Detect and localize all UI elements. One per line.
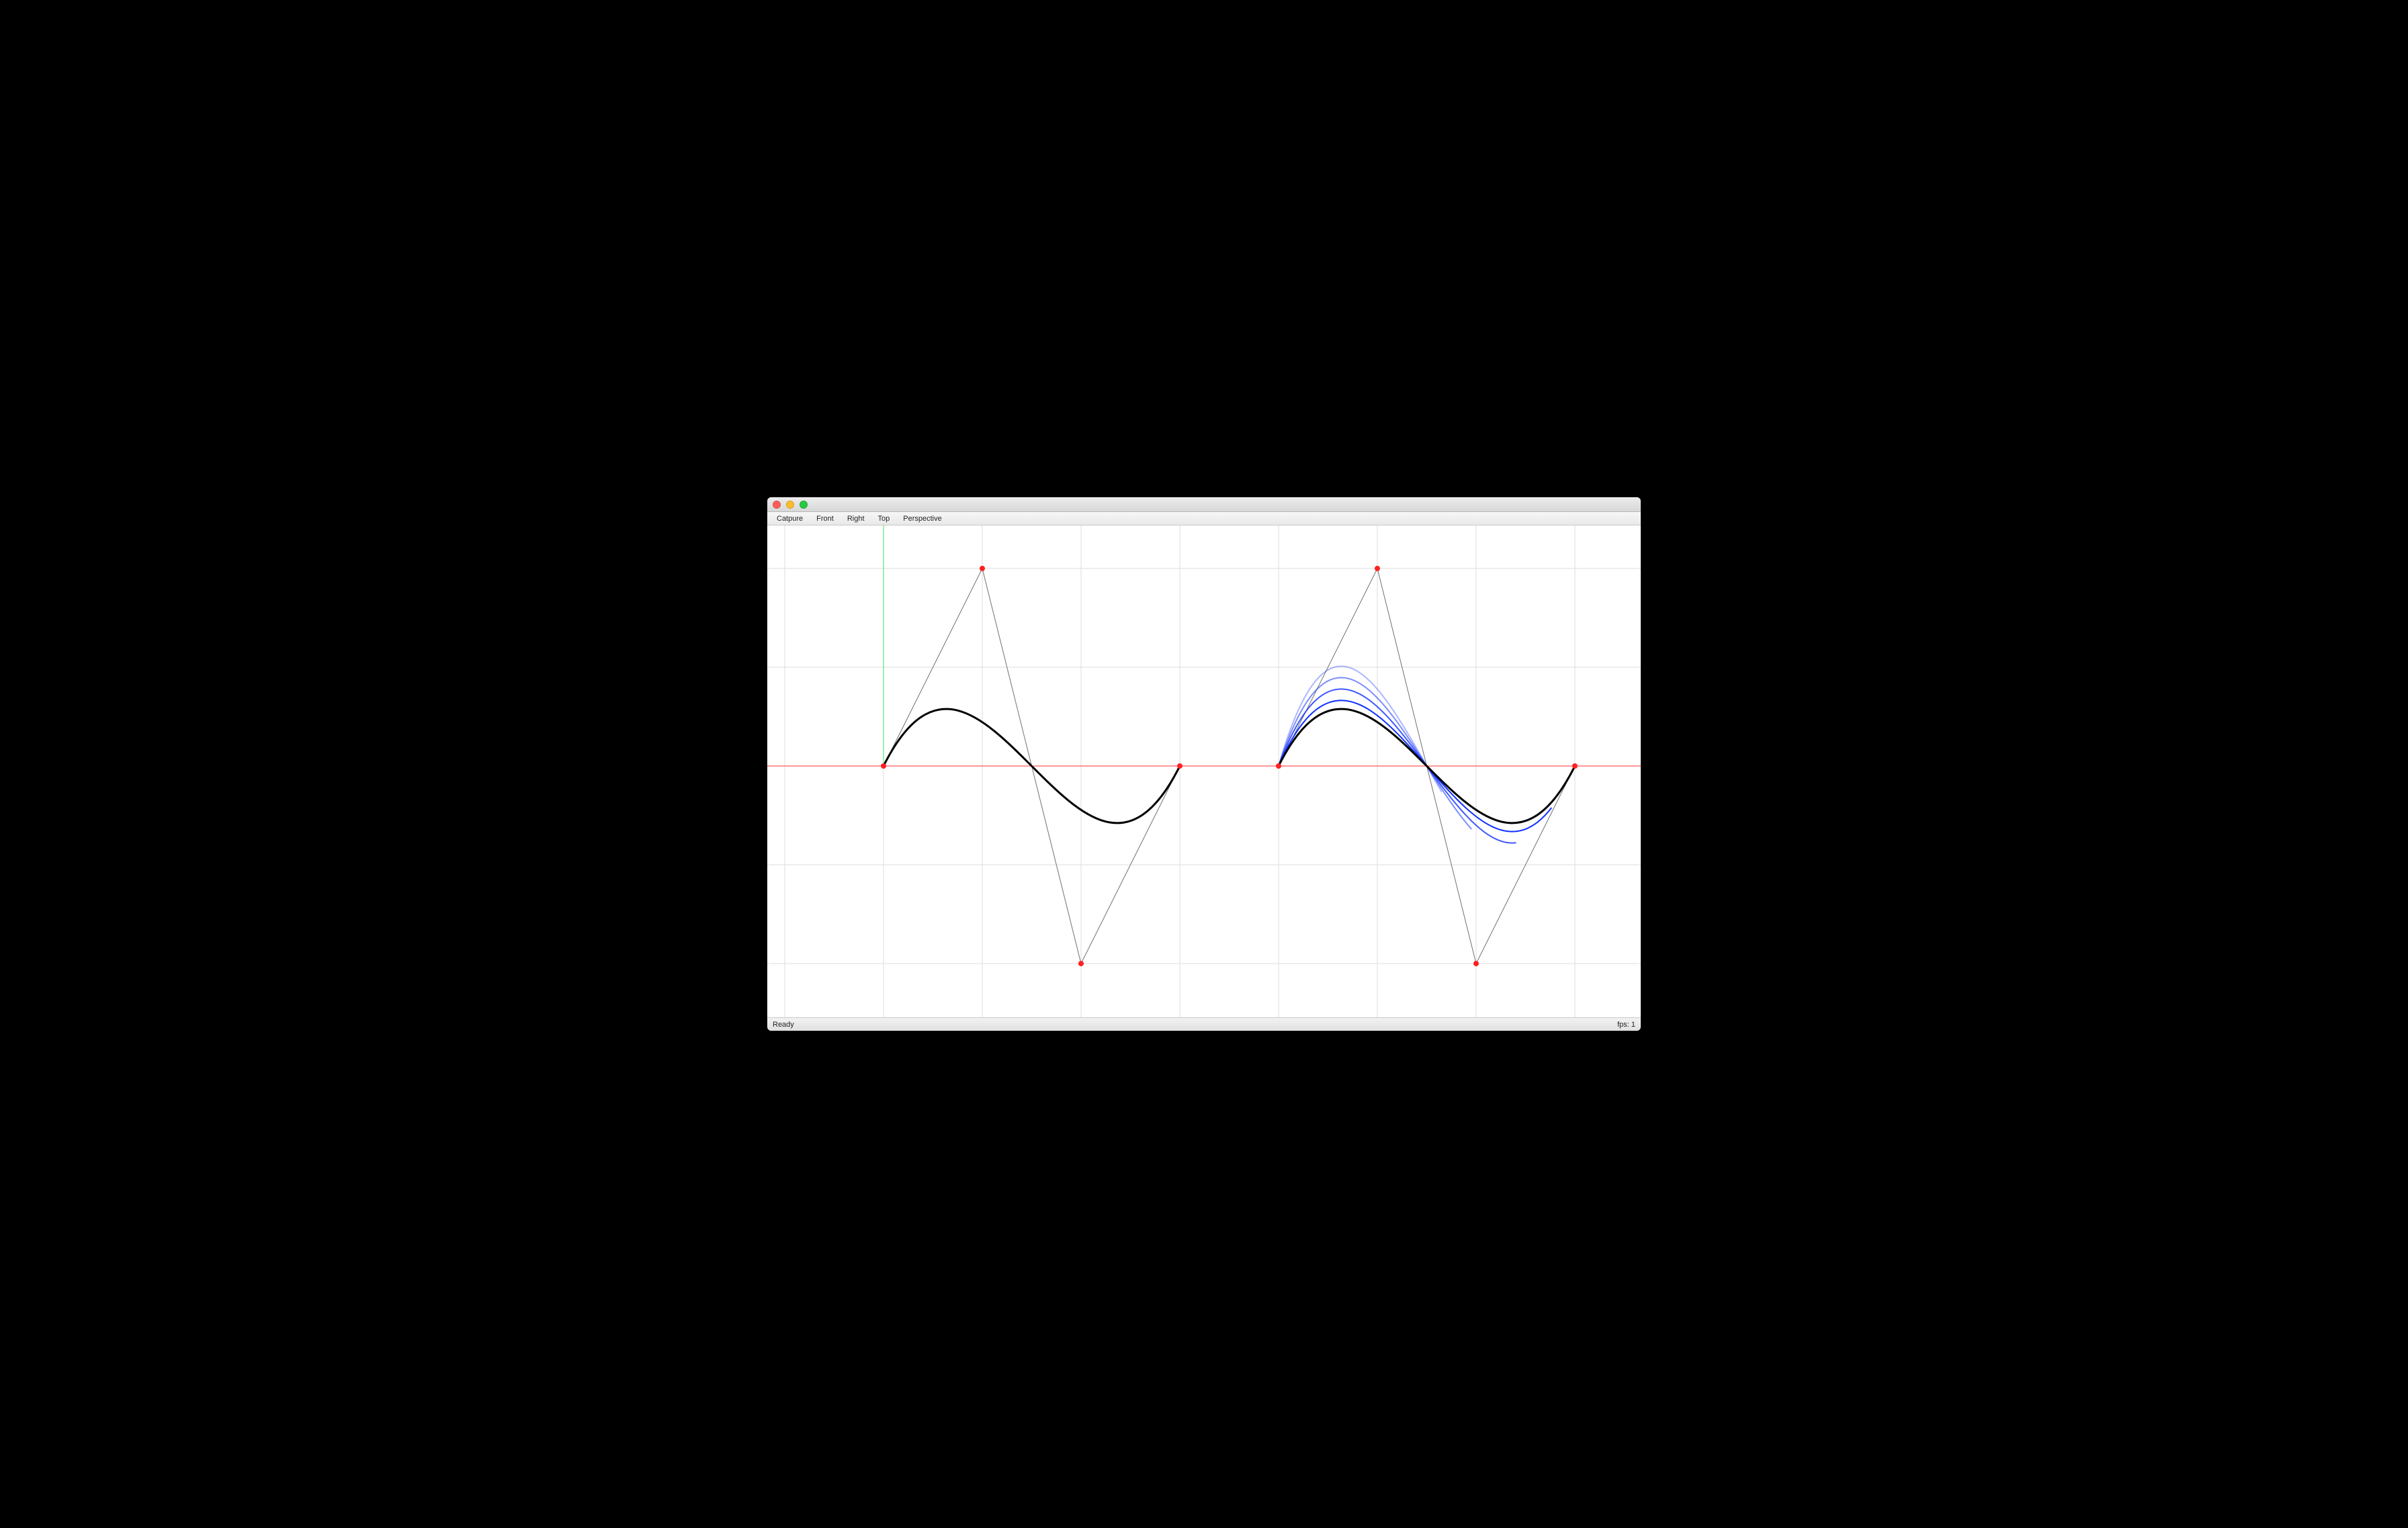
app-window: Catpure Front Right Top Perspective Read… <box>767 497 1641 1031</box>
menu-capture[interactable]: Catpure <box>771 513 808 524</box>
statusbar: Ready fps: 1 <box>767 1017 1641 1031</box>
zoom-icon[interactable] <box>800 501 808 509</box>
menu-right[interactable]: Right <box>842 513 870 524</box>
menu-front[interactable]: Front <box>811 513 839 524</box>
menubar: Catpure Front Right Top Perspective <box>767 512 1641 525</box>
titlebar[interactable] <box>767 497 1641 512</box>
status-right: fps: 1 <box>1617 1021 1635 1029</box>
close-icon[interactable] <box>773 501 781 509</box>
minimize-icon[interactable] <box>786 501 794 509</box>
menu-top[interactable]: Top <box>873 513 896 524</box>
menu-perspective[interactable]: Perspective <box>898 513 947 524</box>
window-controls <box>773 501 808 509</box>
viewport[interactable] <box>767 525 1641 1017</box>
scene-canvas[interactable] <box>767 525 1641 1017</box>
status-left: Ready <box>773 1021 794 1029</box>
